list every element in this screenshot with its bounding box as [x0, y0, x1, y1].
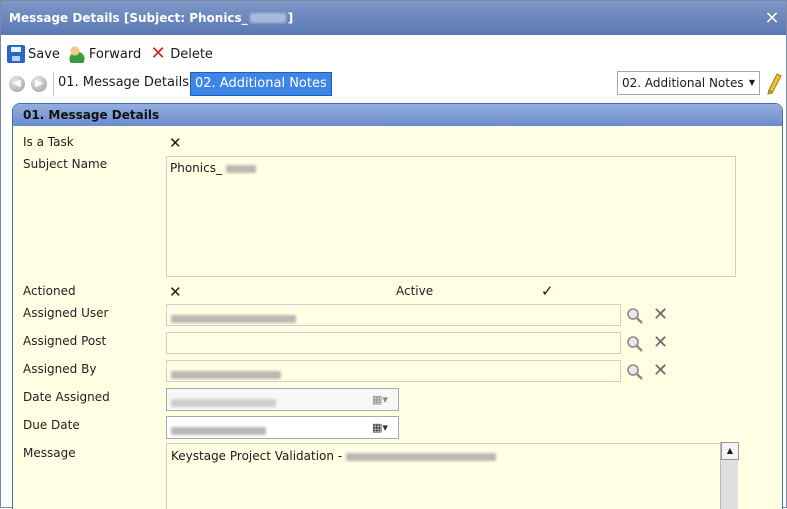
assigned-user-field[interactable]	[166, 304, 621, 326]
window-title: Message Details [Subject: Phonics_	[9, 11, 248, 25]
scroll-up-icon[interactable]: ▲	[721, 442, 739, 460]
pencil-icon[interactable]	[766, 73, 782, 95]
window-title-suffix: ]	[287, 11, 294, 25]
redacted-assigned-by-text	[171, 370, 281, 379]
toolbar: Save Forward ✕ Delete	[7, 43, 213, 65]
message-value: Keystage Project Validation -	[171, 449, 346, 463]
message-details-panel: 01. Message Details Is a Task ✕ Subject …	[12, 103, 783, 509]
assigned-post-field[interactable]	[166, 332, 621, 354]
message-label: Message	[23, 446, 76, 460]
due-date-field[interactable]: ▦▾	[166, 416, 399, 439]
delete-button[interactable]: ✕ Delete	[149, 45, 213, 63]
active-label: Active	[396, 284, 434, 298]
date-assigned-field[interactable]: ▦▾	[166, 388, 399, 411]
search-icon[interactable]	[626, 363, 644, 381]
tab-additional-notes[interactable]: 02. Additional Notes	[190, 72, 332, 96]
actioned-checkbox[interactable]: ✕	[169, 285, 182, 300]
tab-message-details[interactable]: 01. Message Details	[53, 72, 194, 96]
redacted-title-text	[249, 13, 286, 23]
subject-name-label: Subject Name	[23, 157, 108, 171]
close-icon[interactable]: ✕	[762, 9, 782, 29]
clear-assigned-by-icon[interactable]: ✕	[653, 362, 668, 380]
nav-back-icon[interactable]: ◀	[9, 76, 25, 92]
message-textarea[interactable]: Keystage Project Validation -	[166, 443, 736, 509]
redacted-subject-text	[225, 164, 256, 173]
redacted-user-text	[171, 314, 296, 323]
active-checkbox[interactable]: ✓	[541, 284, 554, 299]
search-icon[interactable]	[626, 335, 644, 353]
message-details-window: Message Details [Subject: Phonics_ ] ✕ S…	[0, 0, 787, 509]
nav-forward-icon[interactable]: ▶	[31, 76, 47, 92]
assigned-by-field[interactable]	[166, 360, 621, 382]
assigned-post-label: Assigned Post	[23, 334, 107, 348]
delete-icon: ✕	[150, 43, 166, 64]
delete-label: Delete	[170, 46, 213, 62]
section-select-value: 02. Additional Notes	[622, 76, 744, 90]
forward-button[interactable]: Forward	[67, 45, 142, 63]
due-date-label: Due Date	[23, 418, 80, 432]
message-scrollbar[interactable]: ▲	[720, 442, 739, 509]
redacted-date-assigned	[171, 398, 276, 407]
section-select[interactable]: 02. Additional Notes ▼	[617, 71, 760, 95]
forward-icon	[67, 45, 86, 63]
save-button[interactable]: Save	[7, 45, 60, 63]
is-task-label: Is a Task	[23, 135, 74, 149]
assigned-by-label: Assigned By	[23, 362, 97, 376]
subject-name-value: Phonics_	[170, 161, 222, 175]
redacted-message-text	[345, 452, 496, 461]
assigned-user-label: Assigned User	[23, 306, 109, 320]
clear-post-icon[interactable]: ✕	[653, 334, 668, 352]
forward-label: Forward	[88, 46, 142, 62]
save-label: Save	[28, 46, 60, 62]
panel-header: 01. Message Details	[13, 104, 782, 126]
save-icon	[7, 45, 25, 63]
calendar-icon[interactable]: ▦▾	[372, 393, 394, 407]
redacted-due-date	[171, 426, 266, 435]
actioned-label: Actioned	[23, 284, 76, 298]
search-icon[interactable]	[626, 307, 644, 325]
chevron-down-icon: ▼	[748, 78, 755, 87]
title-bar: Message Details [Subject: Phonics_ ] ✕	[1, 1, 786, 35]
calendar-icon[interactable]: ▦▾	[372, 421, 394, 435]
clear-user-icon[interactable]: ✕	[653, 306, 668, 324]
tab-navigation: ◀ ▶ 01. Message Details 02. Additional N…	[7, 71, 782, 97]
is-task-checkbox[interactable]: ✕	[169, 136, 182, 151]
date-assigned-label: Date Assigned	[23, 390, 110, 404]
subject-name-field[interactable]: Phonics_	[166, 156, 736, 277]
